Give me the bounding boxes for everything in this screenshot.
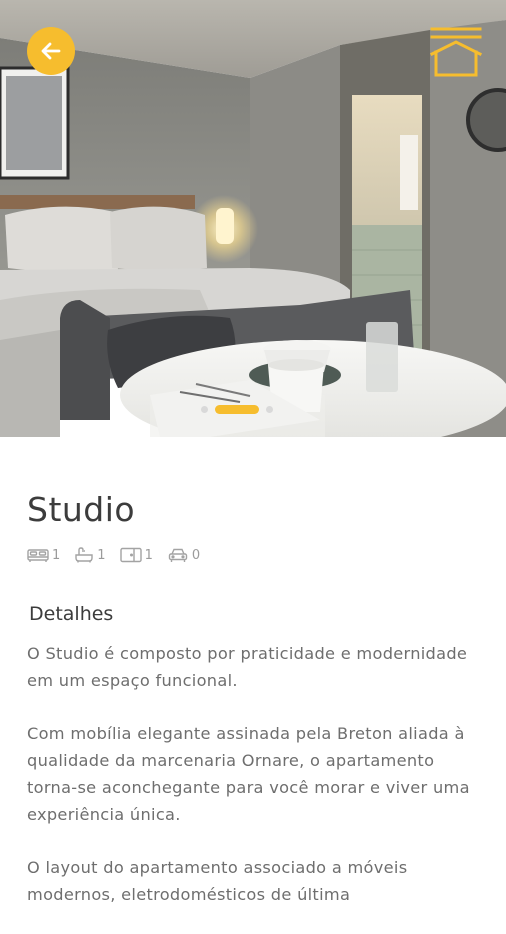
page-dot[interactable] xyxy=(201,405,208,413)
details-paragraph: O Studio é composto por praticidade e mo… xyxy=(27,644,468,690)
page-dot-active[interactable] xyxy=(215,404,259,414)
feature-bathrooms: 1 xyxy=(74,547,106,563)
home-icon xyxy=(429,27,483,77)
apartment-photo-carousel[interactable] xyxy=(0,0,506,437)
carousel-pagination xyxy=(201,402,273,416)
suite-count: 1 xyxy=(144,547,153,563)
page-dot[interactable] xyxy=(266,405,273,413)
car-icon xyxy=(168,548,188,562)
feature-bedrooms: 1 xyxy=(27,547,60,563)
bathtub-icon xyxy=(75,547,93,563)
home-button[interactable] xyxy=(428,24,484,80)
feature-list: 1 1 1 0 xyxy=(27,547,200,563)
suite-icon xyxy=(119,547,142,563)
parking-count: 0 xyxy=(191,547,201,563)
arrow-left-icon xyxy=(41,42,61,60)
feature-suites: 1 xyxy=(119,547,153,563)
bedroom-count: 1 xyxy=(52,547,61,563)
listing-title: Studio xyxy=(27,490,136,529)
details-paragraph: Com mobília elegante assinada pela Breto… xyxy=(27,724,470,824)
details-description: O Studio é composto por praticidade e mo… xyxy=(27,640,487,934)
back-button[interactable] xyxy=(27,27,75,75)
details-heading: Detalhes xyxy=(29,603,114,625)
bed-icon xyxy=(27,549,49,562)
feature-parking: 0 xyxy=(167,547,200,563)
bathroom-count: 1 xyxy=(97,547,106,563)
